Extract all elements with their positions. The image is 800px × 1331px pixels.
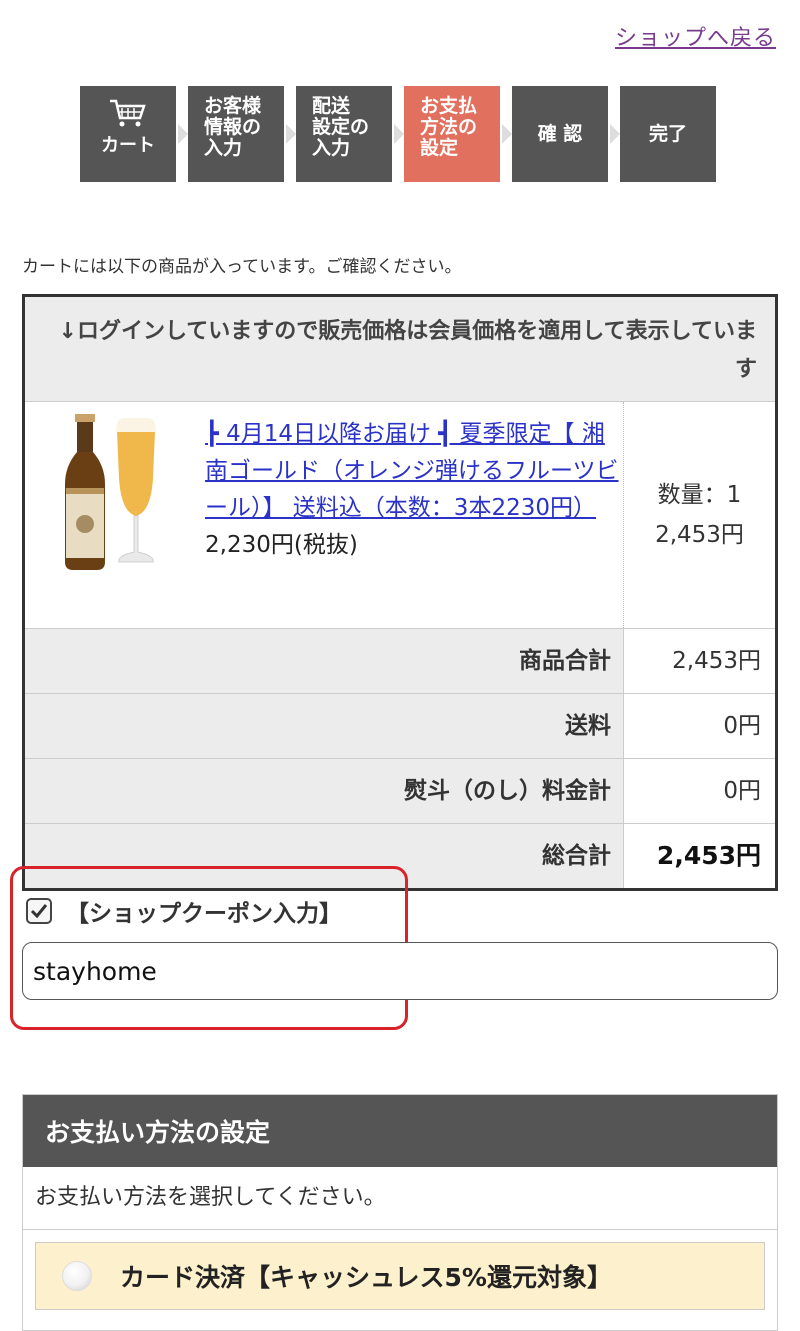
step-arrow [178, 124, 188, 144]
shipping-label: 送料 [25, 694, 623, 758]
shipping-value: 0円 [623, 694, 775, 758]
product-line-total: 2,453円 [655, 522, 744, 548]
step-arrow [610, 124, 620, 144]
subtotal-row: 商品合計 2,453円 [25, 629, 775, 694]
step-arrow [502, 124, 512, 144]
payment-section-title: お支払い方法の設定 [23, 1095, 777, 1167]
shipping-row: 送料 0円 [25, 694, 775, 759]
cart-table: ↓ログインしていますので販売価格は会員価格を適用して表示しています ┣ 4月14… [22, 294, 778, 891]
product-image[interactable] [25, 402, 205, 628]
step-delivery: 配送 設定の 入力 [296, 86, 404, 182]
product-quantity: 数量：1 [657, 482, 742, 508]
step-complete: 完了 [620, 86, 716, 182]
checkmark-icon [30, 904, 48, 919]
step-label: 配送 設定の 入力 [312, 95, 370, 159]
step-label: 確 認 [537, 122, 583, 145]
step-label: カート [101, 135, 155, 156]
step-customer-info: お客様 情報の 入力 [188, 86, 296, 182]
step-label: 完了 [648, 122, 687, 145]
step-arrow [394, 124, 404, 144]
step-confirm: 確 認 [512, 86, 620, 182]
payment-option-card[interactable]: カード決済【キャッシュレス5%還元対象】 [35, 1242, 765, 1310]
subtotal-label: 商品合計 [25, 629, 623, 693]
member-price-notice: ↓ログインしていますので販売価格は会員価格を適用して表示しています [25, 297, 775, 402]
step-payment: お支払 方法の 設定 [404, 86, 512, 182]
product-price: 2,230円(税抜) [205, 532, 358, 558]
payment-instruction: お支払い方法を選択してください。 [23, 1167, 777, 1230]
coupon-toggle[interactable]: 【ショップクーポン入力】 [26, 894, 342, 928]
noshi-value: 0円 [623, 759, 775, 823]
grand-total-value: 2,453円 [623, 824, 775, 888]
product-info: ┣ 4月14日以降お届け ┫ 夏季限定【 湘南ゴールド（オレンジ弾けるフルーツビ… [205, 402, 623, 628]
payment-radio[interactable] [62, 1261, 92, 1291]
product-quantity-cell: 数量：1 2,453円 [623, 402, 775, 628]
checkout-steps: カート お客様 情報の 入力 配送 設定の 入力 お支払 方法の 設定 確 認 … [80, 86, 728, 182]
noshi-row: 熨斗（のし）料金計 0円 [25, 759, 775, 824]
subtotal-value: 2,453円 [623, 629, 775, 693]
coupon-label: 【ショップクーポン入力】 [66, 901, 342, 927]
cart-intro-text: カートには以下の商品が入っています。ご確認ください。 [22, 257, 462, 277]
product-link[interactable]: ┣ 4月14日以降お届け ┫ 夏季限定【 湘南ゴールド（オレンジ弾けるフルーツビ… [205, 421, 619, 521]
payment-method-section: お支払い方法の設定 お支払い方法を選択してください。 カード決済【キャッシュレス… [22, 1094, 778, 1331]
coupon-code-input[interactable] [22, 942, 778, 1000]
payment-option-label: カード決済【キャッシュレス5%還元対象】 [120, 1263, 612, 1292]
noshi-label: 熨斗（のし）料金計 [25, 759, 623, 823]
back-to-shop-link[interactable]: ショップへ戻る [615, 20, 776, 52]
step-label: お客様 情報の 入力 [204, 95, 262, 159]
coupon-checkbox[interactable] [26, 898, 52, 924]
cart-icon [110, 99, 146, 127]
step-arrow [286, 124, 296, 144]
cart-item-row: ┣ 4月14日以降お届け ┫ 夏季限定【 湘南ゴールド（オレンジ弾けるフルーツビ… [25, 402, 775, 629]
step-label: お支払 方法の 設定 [420, 95, 478, 159]
beer-image [65, 414, 156, 570]
step-cart: カート [80, 86, 188, 182]
